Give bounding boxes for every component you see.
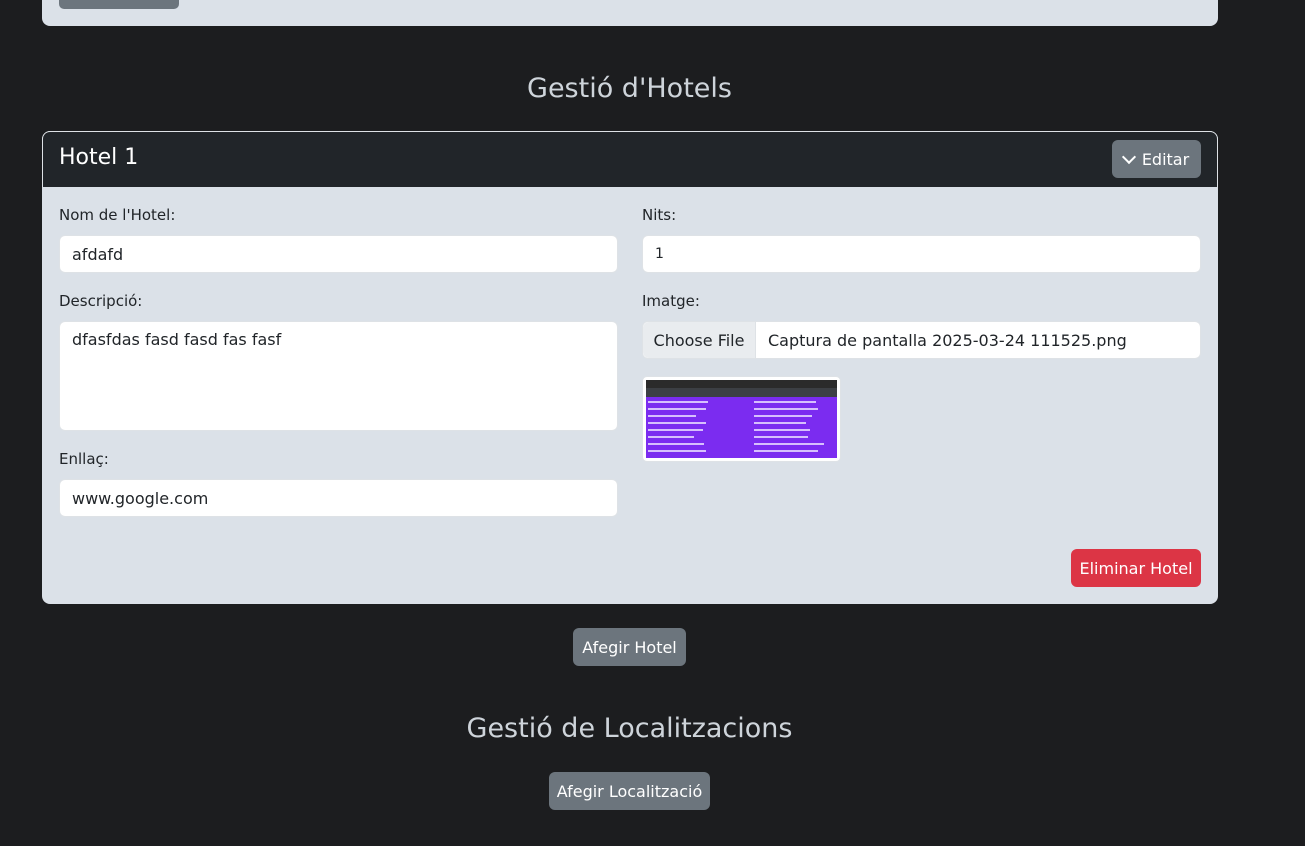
hotel-card-header: Hotel 1 Editar (42, 131, 1218, 187)
add-hotel-button[interactable]: Afegir Hotel (573, 628, 686, 666)
image-preview-line (648, 401, 708, 403)
description-label: Descripció: (59, 292, 143, 310)
image-preview (642, 376, 841, 462)
locations-section-title: Gestió de Localitzacions (466, 713, 793, 744)
add-location-button[interactable]: Afegir Localització (549, 772, 710, 810)
image-preview-line (754, 436, 808, 438)
link-input[interactable]: www.google.com (59, 479, 618, 517)
image-preview-line (648, 415, 696, 417)
nights-input[interactable]: 1 (642, 235, 1201, 273)
image-preview-line (648, 443, 704, 445)
image-preview-line (754, 401, 816, 403)
hotel-name-input[interactable]: afdafd (59, 235, 618, 273)
nights-label: Nits: (642, 206, 677, 224)
hotels-section-title: Gestió d'Hotels (527, 73, 732, 104)
image-preview-line (648, 429, 703, 431)
previous-section-button[interactable] (59, 0, 179, 9)
image-preview-titlebar (646, 380, 837, 388)
choose-file-button[interactable]: Choose File (643, 322, 756, 358)
image-preview-line (754, 443, 824, 445)
link-label: Enllaç: (59, 450, 109, 468)
image-preview-line (648, 408, 706, 410)
image-label: Imatge: (642, 292, 700, 310)
image-preview-line (754, 415, 812, 417)
image-preview-line (754, 429, 810, 431)
chevron-down-icon (1121, 149, 1136, 164)
image-preview-line (648, 436, 694, 438)
image-preview-line (648, 422, 706, 424)
delete-hotel-button[interactable]: Eliminar Hotel (1071, 549, 1201, 587)
image-preview-line (648, 450, 706, 452)
image-preview-line (754, 450, 818, 452)
hotel-name-label: Nom de l'Hotel: (59, 206, 176, 224)
hotel-title: Hotel 1 (59, 145, 139, 170)
image-file-input[interactable]: Choose File Captura de pantalla 2025-03-… (642, 321, 1201, 359)
image-preview-content (646, 380, 837, 458)
image-preview-toolbar (646, 388, 837, 397)
edit-button-label: Editar (1141, 149, 1190, 169)
edit-button[interactable]: Editar (1112, 140, 1201, 178)
image-preview-line (754, 408, 818, 410)
description-textarea[interactable]: dfasfdas fasd fasd fas fasf (59, 321, 618, 431)
hotel-card: Hotel 1 Editar Nom de l'Hotel: afdafd Ni… (42, 131, 1218, 604)
previous-section-card (42, 0, 1218, 26)
selected-file-name: Captura de pantalla 2025-03-24 111525.pn… (768, 330, 1127, 350)
image-preview-line (754, 422, 806, 424)
